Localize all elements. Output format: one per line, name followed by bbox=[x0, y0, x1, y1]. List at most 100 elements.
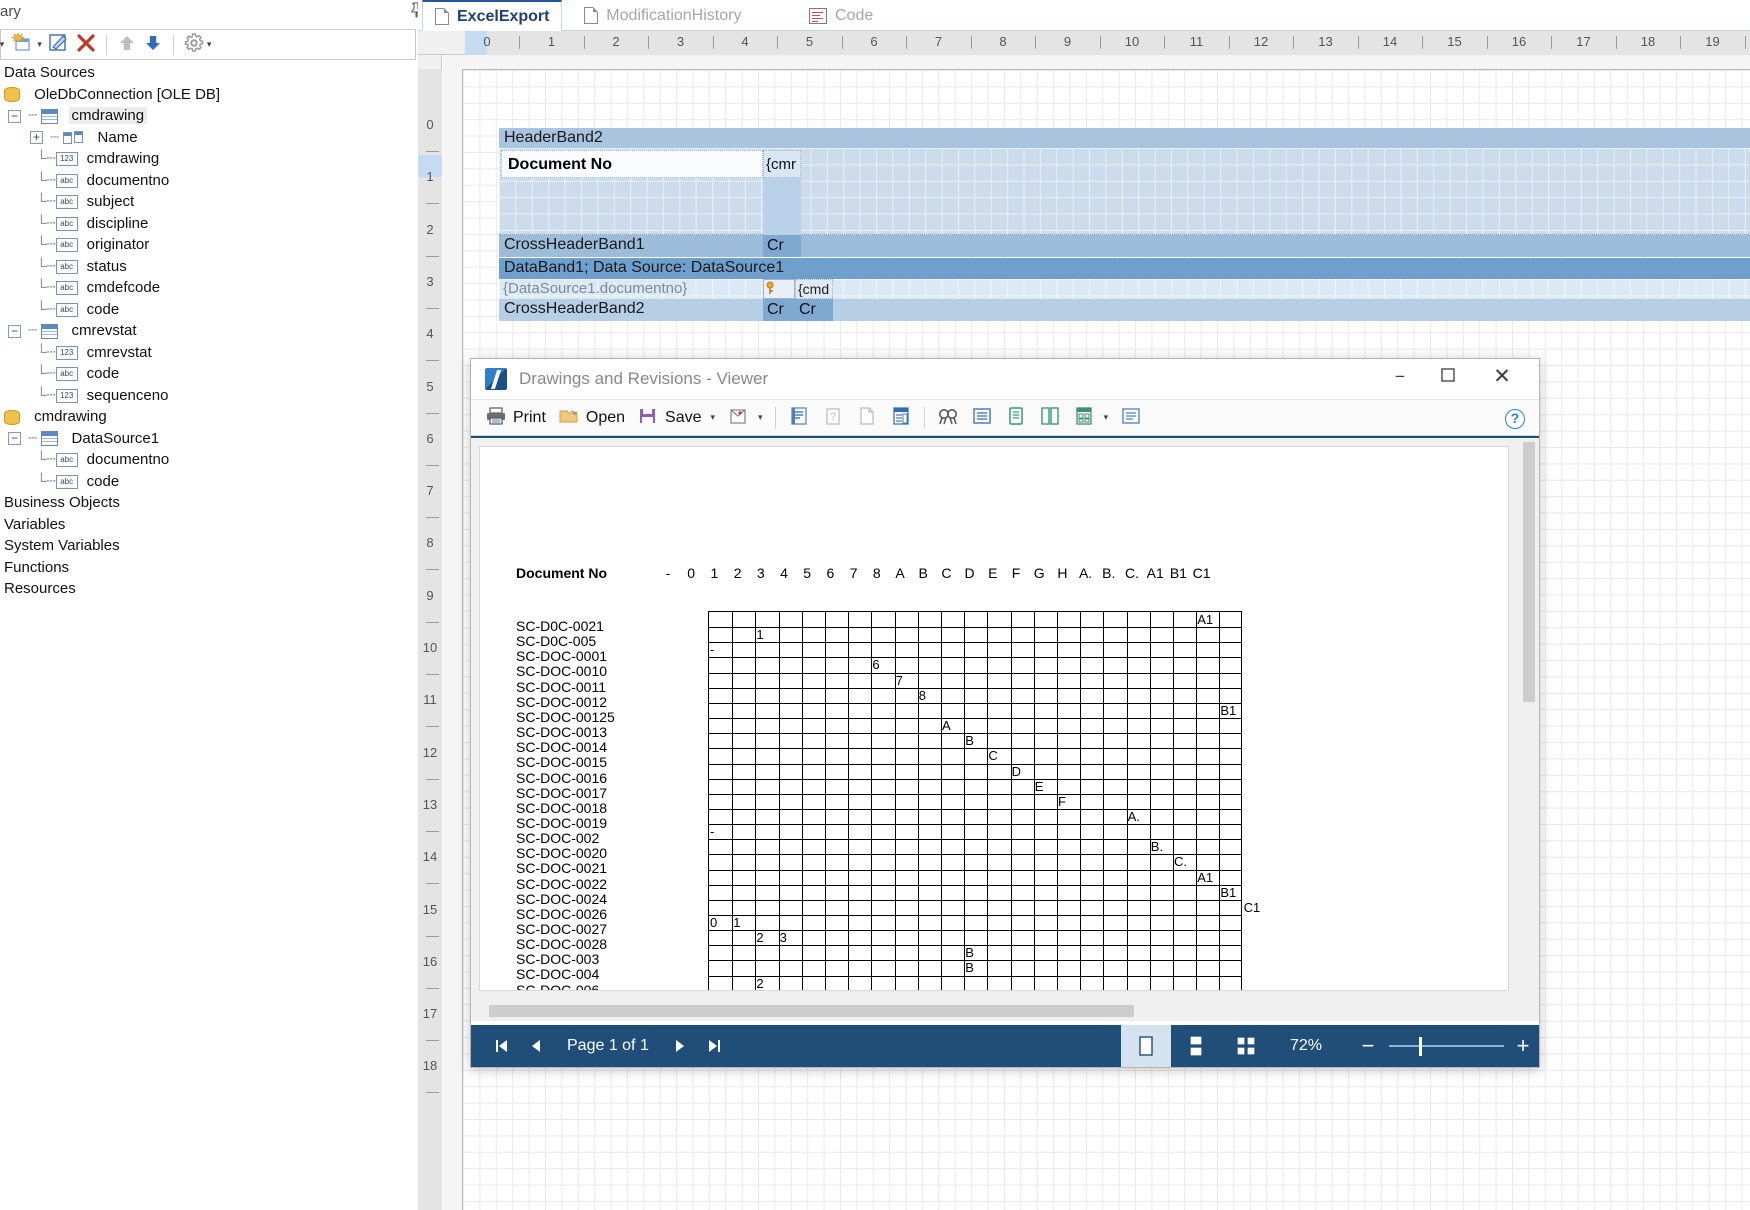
tree-node-field-status[interactable]: └┄ abc status bbox=[0, 256, 466, 278]
settings-button[interactable]: ▾ bbox=[181, 30, 215, 59]
tree-node-field-cmdrawing[interactable]: └┄ 123 cmdrawing bbox=[0, 148, 466, 170]
view-multipage-icon[interactable] bbox=[1221, 1025, 1271, 1067]
view-continuous-icon[interactable] bbox=[1171, 1025, 1221, 1067]
horizontal-scrollbar[interactable] bbox=[479, 1005, 1509, 1017]
fullscreen-button[interactable] bbox=[1114, 403, 1148, 432]
tree-node-data-sources[interactable]: Data Sources bbox=[0, 62, 466, 84]
tree-node-system-variables[interactable]: System Variables bbox=[0, 535, 466, 557]
tree-node-field-documentno[interactable]: └┄ abc documentno bbox=[0, 170, 466, 192]
move-up-button[interactable] bbox=[114, 30, 140, 59]
table-icon bbox=[41, 323, 59, 339]
scrollbar-thumb[interactable] bbox=[1523, 442, 1535, 702]
thumbnails-button[interactable] bbox=[884, 403, 918, 432]
vertical-scrollbar[interactable] bbox=[1523, 442, 1535, 987]
row-label: SC-DOC-0027 bbox=[516, 921, 608, 937]
tree-node-business-objects[interactable]: Business Objects bbox=[0, 492, 466, 514]
tree-node-relation-name[interactable]: + ┄ Name bbox=[0, 127, 466, 149]
zoom-slider-handle[interactable] bbox=[1419, 1037, 1422, 1056]
maximize-icon[interactable] bbox=[1425, 359, 1471, 395]
zoom-out-icon[interactable]: − bbox=[1351, 1025, 1385, 1067]
tree-node-resources[interactable]: Resources bbox=[0, 578, 466, 600]
tree-node-field-code[interactable]: └┄ abc code bbox=[0, 471, 466, 493]
band-cross-header-band1[interactable]: CrossHeaderBand1 bbox=[499, 235, 1750, 257]
tree-node-field-code[interactable]: └┄ abc code bbox=[0, 299, 466, 321]
single-page-button[interactable] bbox=[999, 403, 1033, 432]
tab-modificationhistory[interactable]: ModificationHistory bbox=[572, 0, 753, 31]
edit-button[interactable] bbox=[45, 30, 73, 59]
zoom-slider[interactable] bbox=[1389, 1045, 1504, 1047]
grid-column-line bbox=[1080, 612, 1082, 990]
cross-header1-cell[interactable]: Cr bbox=[763, 235, 801, 257]
data-dictionary-tree[interactable]: Data Sources OleDbConnection [OLE DB] − … bbox=[0, 62, 466, 600]
page-button[interactable] bbox=[850, 403, 884, 432]
tree-node-connection[interactable]: OleDbConnection [OLE DB] bbox=[0, 84, 466, 106]
band-cross-header-band2[interactable]: CrossHeaderBand2 bbox=[499, 299, 1750, 321]
bookmarks-button[interactable] bbox=[782, 403, 816, 432]
tree-node-field-documentno[interactable]: └┄ abc documentno bbox=[0, 449, 466, 471]
tree-node-datasource1[interactable]: − ┄ DataSource1 bbox=[0, 428, 466, 450]
collapse-icon[interactable]: − bbox=[8, 432, 21, 446]
text-component-cmd-expression[interactable]: {cmd bbox=[795, 279, 833, 299]
last-page-icon[interactable] bbox=[697, 1025, 731, 1067]
ruler-tick bbox=[1551, 36, 1552, 49]
cross-header2-cell-a[interactable]: Cr bbox=[763, 299, 795, 321]
find-button[interactable] bbox=[931, 403, 965, 432]
row-label: SC-DOC-00125 bbox=[516, 708, 615, 725]
first-page-icon[interactable] bbox=[485, 1025, 519, 1067]
cross-header2-cell-b[interactable]: Cr bbox=[795, 299, 833, 321]
tree-node-datasource-db[interactable]: cmdrawing bbox=[0, 406, 466, 428]
next-page-icon[interactable] bbox=[663, 1025, 697, 1067]
collapse-icon[interactable]: − bbox=[8, 109, 21, 123]
tree-node-table-cmrevstat[interactable]: − ┄ cmrevstat bbox=[0, 320, 466, 342]
previous-page-icon[interactable] bbox=[519, 1025, 553, 1067]
save-button[interactable]: Save ▾ bbox=[631, 403, 721, 432]
component-text: Cr bbox=[767, 301, 784, 318]
open-button[interactable]: Open bbox=[552, 403, 631, 432]
scrollbar-thumb[interactable] bbox=[489, 1005, 1134, 1017]
zoom-in-icon[interactable]: + bbox=[1506, 1025, 1540, 1067]
two-page-button[interactable] bbox=[1033, 403, 1067, 432]
text-component-cmr-expression[interactable]: {cmr bbox=[763, 150, 801, 178]
tree-node-field-subject[interactable]: └┄ abc subject bbox=[0, 191, 466, 213]
cross-column-header: 0 bbox=[687, 565, 696, 581]
text-component-documentno-expression[interactable]: {DataSource1.documentno} bbox=[501, 280, 761, 298]
text-component-document-no[interactable]: Document No bbox=[501, 150, 763, 178]
tree-node-field-cmrevstat[interactable]: └┄ 123 cmrevstat bbox=[0, 342, 466, 364]
cross-cell-marker[interactable] bbox=[763, 279, 795, 299]
tree-node-table-cmdrawing[interactable]: − ┄ cmdrawing bbox=[0, 105, 466, 127]
actions-dropdown[interactable]: ns ▾ bbox=[0, 30, 7, 59]
cross-column-header: B1 bbox=[1169, 565, 1187, 581]
tree-node-field-cmdefcode[interactable]: └┄ abc cmdefcode bbox=[0, 277, 466, 299]
tab-excelexport[interactable]: ExcelExport bbox=[422, 0, 563, 31]
close-icon[interactable]: ✕ bbox=[1479, 359, 1525, 395]
tab-code[interactable]: Code bbox=[797, 0, 885, 31]
help-icon[interactable]: ? bbox=[1505, 409, 1525, 429]
ruler-number: 2 bbox=[426, 221, 434, 237]
tree-node-field-originator[interactable]: └┄ abc originator bbox=[0, 234, 466, 256]
ruler-tick bbox=[1357, 36, 1359, 49]
view-single-page-icon[interactable] bbox=[1121, 1025, 1171, 1067]
band-header-band2[interactable]: HeaderBand2 bbox=[499, 128, 1750, 148]
minimize-icon[interactable]: − bbox=[1377, 359, 1423, 395]
parameters-button[interactable]: ? bbox=[816, 403, 850, 432]
move-down-button[interactable] bbox=[140, 30, 166, 59]
tree-node-field-code[interactable]: └┄ abc code bbox=[0, 363, 466, 385]
delete-button[interactable] bbox=[73, 30, 99, 59]
page-width-button[interactable] bbox=[965, 403, 999, 432]
tree-label: code bbox=[86, 472, 120, 490]
multi-page-button[interactable]: ▾ bbox=[1067, 403, 1115, 432]
expand-icon[interactable]: + bbox=[30, 131, 43, 145]
report-preview[interactable]: Document No -0 1 2 3 4 5 6 7 8 A B C D E F G H A. B. C. A1 B1… bbox=[479, 446, 1509, 991]
send-email-button[interactable]: ▾ bbox=[721, 403, 769, 432]
tree-node-functions[interactable]: Functions bbox=[0, 557, 466, 579]
band-data-band1[interactable]: DataBand1; Data Source: DataSource1 bbox=[499, 258, 1750, 279]
tree-node-variables[interactable]: Variables bbox=[0, 514, 466, 536]
cross-column-header: 7 bbox=[849, 565, 858, 581]
tree-label: System Variables bbox=[4, 537, 120, 554]
print-button[interactable]: Print bbox=[479, 403, 552, 432]
tree-node-field-discipline[interactable]: └┄ abc discipline bbox=[0, 213, 466, 235]
new-item-button[interactable]: ▾ bbox=[7, 30, 45, 59]
collapse-icon[interactable]: − bbox=[8, 324, 21, 338]
field-type-icon: abc bbox=[55, 259, 78, 274]
tree-node-field-sequenceno[interactable]: └┄ 123 sequenceno bbox=[0, 385, 466, 407]
